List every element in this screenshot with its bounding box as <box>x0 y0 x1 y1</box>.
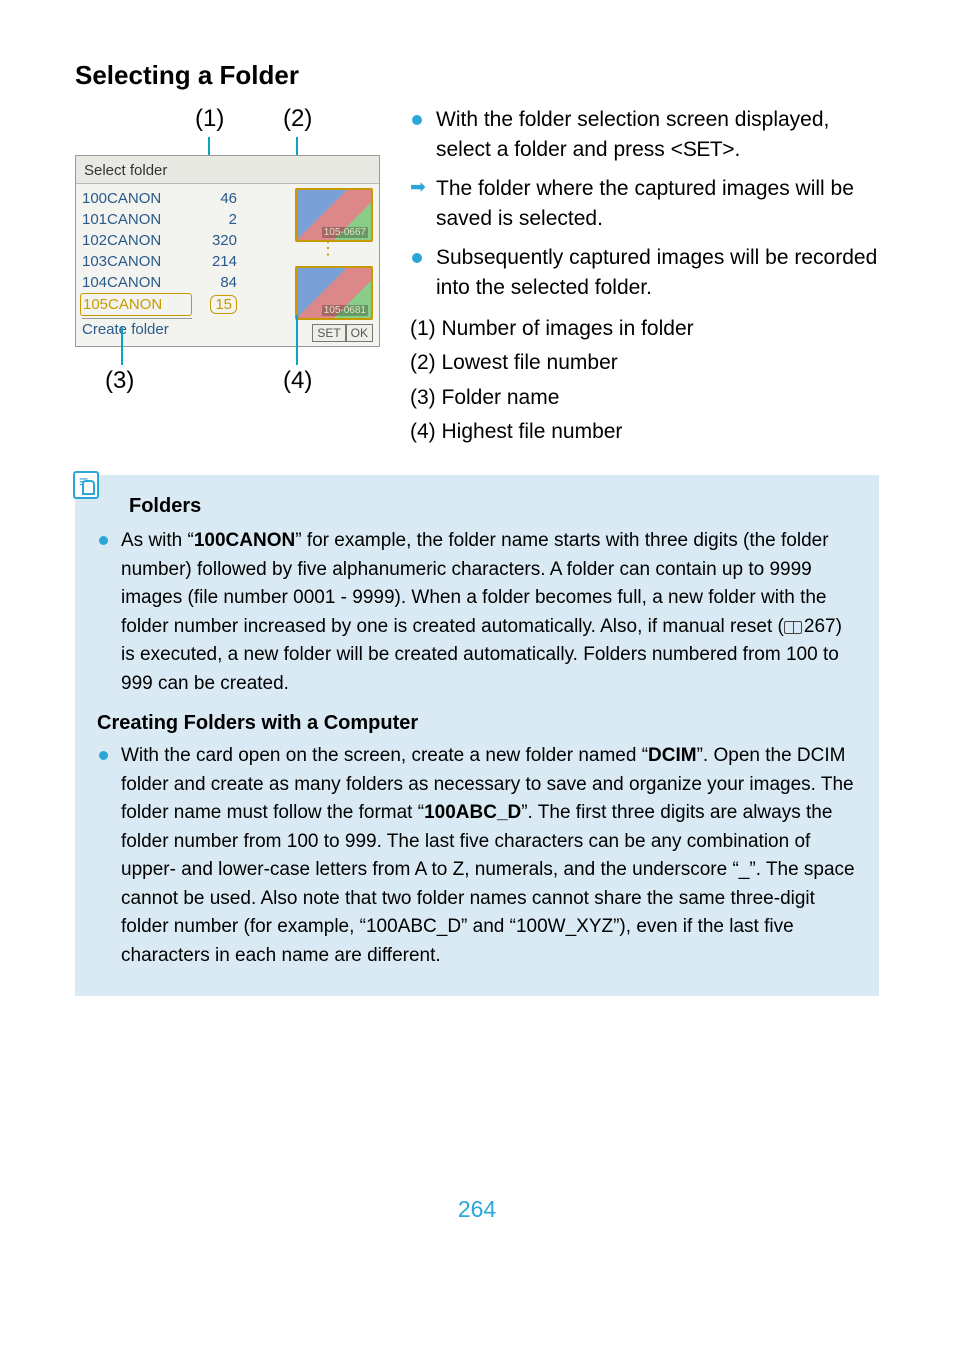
folder-row[interactable]: 102CANON <box>82 230 192 251</box>
bold-100canon: 100CANON <box>194 530 295 551</box>
notes-icon <box>73 471 99 499</box>
callout-3: (3) <box>105 367 134 395</box>
legend-item: (1) Number of images in folder <box>410 314 879 344</box>
folder-row[interactable]: 100CANON <box>82 188 192 209</box>
folder-count: 214 <box>192 251 237 272</box>
create-folder-row[interactable]: Create folder <box>82 318 192 342</box>
folder-name-column: 100CANON 101CANON 102CANON 103CANON 104C… <box>82 188 192 342</box>
notes-heading-creating: Creating Folders with a Computer <box>97 708 857 738</box>
folder-row[interactable]: 103CANON <box>82 251 192 272</box>
folder-count-selected: 15 <box>192 293 237 316</box>
callout-legend: (1) Number of images in folder (2) Lowes… <box>410 314 879 448</box>
manual-ref-page: 267 <box>804 616 836 637</box>
manual-ref-icon <box>784 621 802 634</box>
page: Selecting a Folder (1) (2) Select folder… <box>0 0 954 1263</box>
legend-item: (4) Highest file number <box>410 417 879 447</box>
panel-body: 100CANON 101CANON 102CANON 103CANON 104C… <box>76 184 379 346</box>
ellipsis-icon: ⋮ <box>319 244 339 252</box>
folder-count: 46 <box>192 188 237 209</box>
legend-item: (3) Folder name <box>410 383 879 413</box>
spacer <box>192 316 237 337</box>
folder-row[interactable]: 101CANON <box>82 209 192 230</box>
page-number: 264 <box>75 1196 879 1223</box>
folder-count: 320 <box>192 230 237 251</box>
legend-item: (2) Lowest file number <box>410 348 879 378</box>
instruction-column: With the folder selection screen display… <box>410 105 879 451</box>
notes-box: Folders As with “100CANON” for example, … <box>75 475 879 996</box>
instruction-item: Subsequently captured images will be rec… <box>410 243 879 304</box>
thumbnail-label-lowest: 105-0667 <box>322 227 368 238</box>
notes-heading-folders: Folders <box>129 491 201 521</box>
thumbnail-highest: 105-0681 <box>295 266 373 320</box>
top-row: (1) (2) Select folder 100CANON 101CANON … <box>75 105 879 451</box>
instruction-list: With the folder selection screen display… <box>410 105 879 304</box>
callout-line-4 <box>296 315 298 365</box>
folder-count-column: 46 2 320 214 84 15 <box>192 188 247 342</box>
callouts-top: (1) (2) <box>75 105 380 155</box>
panel-title: Select folder <box>76 156 379 184</box>
callout-1: (1) <box>195 105 224 133</box>
callout-4: (4) <box>283 367 312 395</box>
set-glyph-text: SET <box>683 138 722 161</box>
set-ok-indicator: SETOK <box>312 324 373 342</box>
thumbnail-label-highest: 105-0681 <box>322 305 368 316</box>
select-folder-panel: Select folder 100CANON 101CANON 102CANON… <box>75 155 380 347</box>
bold-dcim: DCIM <box>648 745 697 766</box>
callout-line-3 <box>121 327 123 365</box>
folder-row[interactable]: 104CANON <box>82 272 192 293</box>
instruction-result: The folder where the captured images wil… <box>410 174 879 235</box>
section-heading: Selecting a Folder <box>75 60 879 91</box>
callout-2: (2) <box>283 105 312 133</box>
folder-row-selected[interactable]: 105CANON <box>80 293 192 316</box>
thumbnail-column: 105-0667 ⋮ 105-0681 <box>247 188 373 342</box>
thumbnail-lowest: 105-0667 <box>295 188 373 242</box>
folder-count: 2 <box>192 209 237 230</box>
ok-label: OK <box>346 324 373 342</box>
callouts-bottom: (3) (4) <box>75 347 380 403</box>
screenshot: (1) (2) Select folder 100CANON 101CANON … <box>75 105 380 403</box>
bold-100abcd: 100ABC_D <box>424 802 521 823</box>
instruction-item: With the folder selection screen display… <box>410 105 879 166</box>
notes-item: With the card open on the screen, create… <box>97 742 857 970</box>
notes-item: As with “100CANON” for example, the fold… <box>97 527 857 698</box>
set-label: SET <box>312 324 345 342</box>
folder-count: 84 <box>192 272 237 293</box>
